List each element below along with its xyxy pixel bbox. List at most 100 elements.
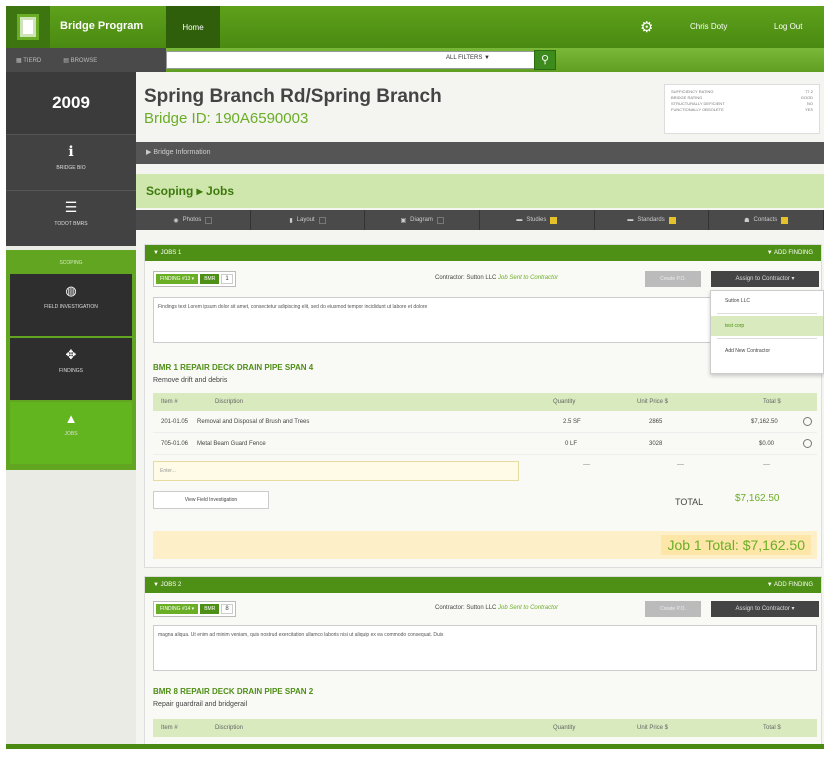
sidebar-item-bridge-bio[interactable]: ℹ BRIDGE BIO bbox=[6, 134, 136, 190]
cell-quantity[interactable]: 0 LF bbox=[565, 433, 577, 455]
top-nav: Bridge Program Home ⚙ Chris Doty Log Out bbox=[6, 6, 824, 48]
sidebar-item-findings[interactable]: ✥ FINDINGS bbox=[10, 338, 132, 400]
dropdown-divider bbox=[717, 338, 817, 339]
tab-checkbox[interactable] bbox=[668, 216, 676, 224]
assign-contractor-button[interactable]: Assign to Contractor ▾ bbox=[711, 601, 819, 617]
main-content: Spring Branch Rd/Spring Branch Bridge ID… bbox=[136, 72, 824, 749]
job-header[interactable]: ▼ JOBS 2 ▼ ADD FINDING bbox=[145, 577, 821, 593]
bmr-count: 8 bbox=[221, 604, 233, 614]
table-header: Item # Discription Quantity Unit Price $… bbox=[153, 393, 817, 411]
logout-link[interactable]: Log Out bbox=[774, 22, 802, 31]
new-item-input[interactable]: Enter... bbox=[153, 461, 519, 481]
cell-total: $0.00 bbox=[759, 441, 775, 447]
tab-checkbox[interactable] bbox=[781, 216, 789, 224]
cell-description: Metal Beam Guard Fence bbox=[197, 441, 266, 447]
rating-value: YES bbox=[804, 107, 813, 112]
tab-label: Studies bbox=[526, 217, 547, 223]
findings-textarea[interactable]: magna aliqua. Ut enim ad minim veniam, q… bbox=[153, 625, 817, 671]
cell-quantity[interactable]: 2.5 SF bbox=[563, 411, 581, 433]
gear-icon[interactable]: ⚙ bbox=[640, 18, 653, 36]
compass-icon: ◍ bbox=[65, 283, 77, 298]
cell-description: Removal and Disposal of Brush and Trees bbox=[197, 419, 310, 425]
page-title: Spring Branch Rd/Spring Branch bbox=[144, 86, 442, 107]
finding-tag[interactable]: FINDING #14 ▾ bbox=[156, 604, 199, 614]
tab-checkbox[interactable] bbox=[205, 216, 213, 224]
remove-row-icon[interactable] bbox=[803, 439, 812, 448]
sidebar-item-todot-bmrs[interactable]: ☰ TODOT BMRS bbox=[6, 190, 136, 246]
contractor-status: Job Sent to Contractor bbox=[498, 605, 559, 611]
col-total: Total $ bbox=[763, 725, 781, 731]
tab-checkbox[interactable] bbox=[550, 216, 558, 224]
dropdown-item-add-contractor[interactable]: Add New Contractor bbox=[711, 341, 823, 361]
add-finding-button[interactable]: ▼ ADD FINDING bbox=[767, 245, 813, 261]
user-name[interactable]: Chris Doty bbox=[690, 22, 727, 31]
bridge-id: Bridge ID: 190A6590003 bbox=[144, 110, 309, 127]
cell-item: 705-01.06 bbox=[161, 441, 189, 447]
remove-row-icon[interactable] bbox=[803, 417, 812, 426]
browse-button[interactable]: ▤ BROWSE bbox=[63, 57, 97, 64]
sidebar-item-jobs[interactable]: ▲ JOBS bbox=[10, 402, 132, 464]
all-filters-dropdown[interactable]: ALL FILTERS ▼ bbox=[446, 55, 490, 61]
dropdown-divider bbox=[717, 313, 817, 314]
view-field-investigation-button[interactable]: View Field Investigation bbox=[153, 491, 269, 509]
add-finding-button[interactable]: ▼ ADD FINDING bbox=[767, 577, 813, 593]
finding-tag[interactable]: FINDING #13 ▾ bbox=[156, 274, 199, 284]
list-icon: ☰ bbox=[64, 199, 78, 215]
bmr-tag[interactable]: BMR bbox=[200, 604, 220, 614]
logo-icon bbox=[17, 14, 39, 40]
tab-contacts[interactable]: ☗ Contacts bbox=[709, 210, 824, 230]
brand-title[interactable]: Bridge Program bbox=[60, 20, 143, 32]
col-unit-price: Unit Price $ bbox=[637, 725, 669, 731]
tab-checkbox[interactable] bbox=[436, 216, 444, 224]
tab-label: Photos bbox=[182, 217, 202, 223]
tab-diagram[interactable]: ▣ Diagram bbox=[365, 210, 481, 230]
create-po-button[interactable]: Create P.O. bbox=[645, 601, 701, 617]
col-unit-price: Unit Price $ bbox=[637, 399, 669, 405]
search-icon: ⚲ bbox=[540, 54, 550, 66]
breadcrumb: Scoping ▸ Jobs bbox=[136, 174, 824, 208]
tab-photos[interactable]: ◉ Photos bbox=[136, 210, 251, 230]
table-row: 201-01.05 Removal and Disposal of Brush … bbox=[153, 411, 817, 433]
col-quantity: Quantity bbox=[553, 725, 576, 731]
table-header: Item # Discription Quantity Unit Price $… bbox=[153, 719, 817, 737]
sidebar-item-label: JOBS bbox=[64, 431, 78, 437]
tiered-label: TIERD bbox=[23, 57, 42, 64]
cell-unit-price[interactable]: 2865 bbox=[649, 411, 662, 433]
sidebar-item-field-investigation[interactable]: ◍ FIELD INVESTIGATION bbox=[10, 274, 132, 336]
col-description: Discription bbox=[215, 725, 244, 731]
col-item: Item # bbox=[161, 399, 178, 405]
dropdown-item-sutton[interactable]: Sutton LLC bbox=[711, 291, 823, 311]
tab-label: Layout bbox=[296, 217, 315, 223]
scoping-label: SCOPING bbox=[59, 260, 83, 266]
tab-label: Contacts bbox=[753, 217, 778, 223]
total-value: $7,162.50 bbox=[735, 493, 780, 504]
assign-contractor-button[interactable]: Assign to Contractor ▾ bbox=[711, 271, 819, 287]
tab-layout[interactable]: ▮ Layout bbox=[251, 210, 366, 230]
bmr-tag[interactable]: BMR bbox=[200, 274, 220, 284]
contractor-info: Contractor: Sutton LLC Job Sent to Contr… bbox=[435, 605, 558, 611]
nav-home[interactable]: Home bbox=[166, 6, 220, 48]
col-description: Discription bbox=[215, 399, 244, 405]
folder-icon: ▬ bbox=[516, 217, 523, 223]
app-logo[interactable] bbox=[6, 6, 50, 48]
rating-label: FUNCTIONALLY OBSOLETE bbox=[671, 107, 724, 112]
job-total: Job 1 Total: $7,162.50 bbox=[661, 535, 811, 555]
contractor-dropdown: Sutton LLC test corp Add New Contractor bbox=[710, 290, 824, 374]
bridge-info-toggle[interactable]: ▶ Bridge Information bbox=[136, 142, 824, 164]
job-title: ▼ JOBS 2 bbox=[153, 582, 182, 588]
tab-checkbox[interactable] bbox=[318, 216, 326, 224]
col-item: Item # bbox=[161, 725, 178, 731]
sidebar-section-scoping: SCOPING ◍ FIELD INVESTIGATION ✥ FINDINGS… bbox=[6, 250, 136, 470]
crosshair-icon: ✥ bbox=[65, 347, 77, 362]
create-po-button[interactable]: Create P.O. bbox=[645, 271, 701, 287]
dash-quantity: — bbox=[583, 461, 590, 468]
footer-bar bbox=[6, 744, 824, 749]
search-button[interactable]: ⚲ bbox=[534, 50, 556, 70]
job-header[interactable]: ▼ JOBS 1 ▼ ADD FINDING bbox=[145, 245, 821, 261]
cell-unit-price[interactable]: 3028 bbox=[649, 433, 662, 455]
users-icon: ☗ bbox=[744, 217, 750, 224]
tab-standards[interactable]: ▬ Standards bbox=[595, 210, 710, 230]
tab-studies[interactable]: ▬ Studies bbox=[480, 210, 595, 230]
dropdown-item-test-corp[interactable]: test corp bbox=[711, 316, 823, 336]
tiered-button[interactable]: ▦ TIERD bbox=[16, 57, 41, 64]
